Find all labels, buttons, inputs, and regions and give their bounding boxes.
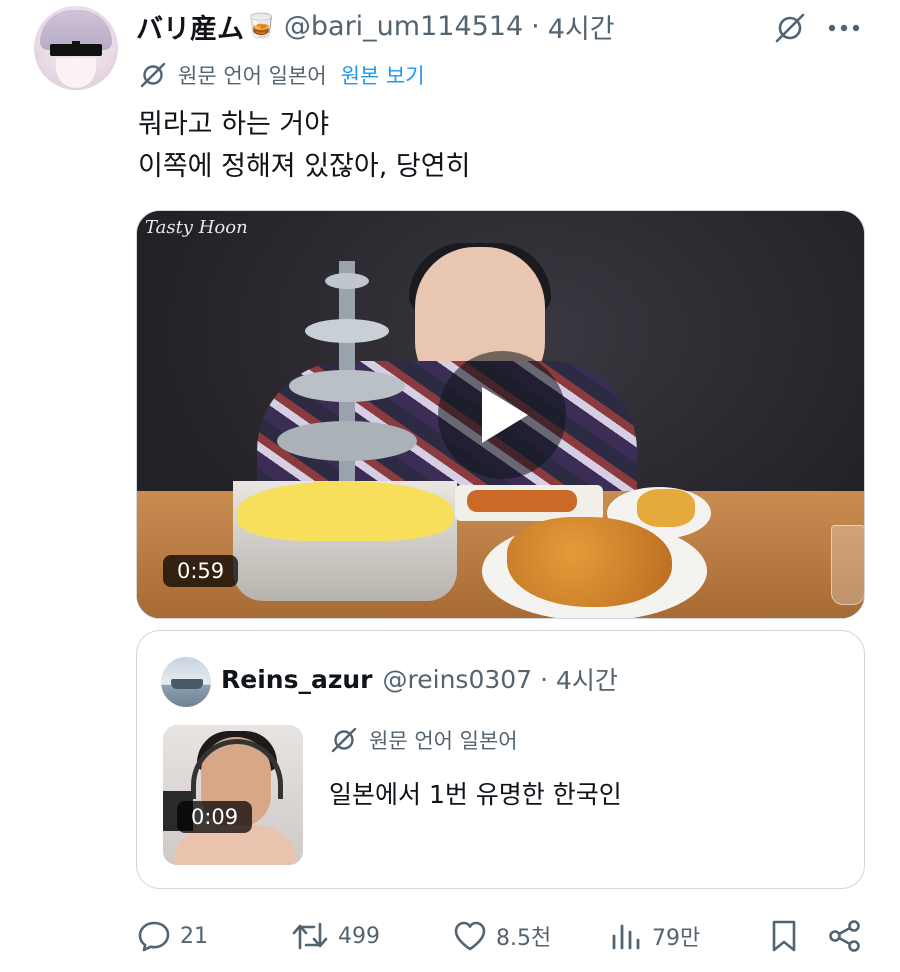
cheese-balls: [637, 489, 695, 527]
quote-video-thumbnail[interactable]: [163, 725, 303, 865]
reply-button[interactable]: 21: [136, 910, 208, 962]
quote-time[interactable]: 4시간: [556, 661, 618, 697]
views-icon: [612, 924, 640, 950]
post-video[interactable]: Tasty Hoon 0:59: [136, 210, 865, 619]
author-handle[interactable]: @bari_um114514: [284, 11, 523, 42]
share-icon: [829, 920, 860, 952]
fried-chicken: [507, 517, 672, 607]
reply-count: 21: [180, 923, 208, 949]
like-count: 8.5천: [496, 926, 552, 951]
header-separator: ·: [531, 10, 540, 42]
wine-glass: [831, 525, 864, 605]
quote-separator: ·: [540, 664, 549, 694]
like-button[interactable]: 8.5천: [452, 910, 551, 962]
quote-video-duration: 0:09: [177, 801, 253, 833]
quoted-post[interactable]: Reins_azur @reins0307 · 4시간 0:09 원문 언어 일…: [136, 630, 865, 889]
repost-count: 499: [338, 923, 380, 949]
share-button[interactable]: [826, 910, 864, 962]
translate-icon: [331, 727, 357, 753]
reply-icon: [138, 921, 170, 952]
grok-icon: [775, 13, 805, 43]
avatar-ship: [171, 679, 203, 689]
video-duration: 0:59: [163, 555, 239, 587]
bookmark-icon: [772, 920, 796, 952]
quote-author-avatar[interactable]: [161, 657, 211, 707]
post-time[interactable]: 4시간: [548, 7, 615, 46]
translate-icon: [140, 62, 166, 88]
grok-button[interactable]: [770, 8, 810, 48]
quote-author-handle[interactable]: @reins0307: [383, 665, 533, 694]
post-header: バリ産ム 🥃 @bari_um114514 · 4시간: [136, 6, 615, 46]
more-icon: [828, 24, 860, 32]
translation-info: 원문 언어 일본어 원본 보기: [138, 60, 425, 90]
quote-text: 일본에서 1번 유명한 한국인: [329, 780, 622, 809]
show-original-link[interactable]: 원본 보기: [341, 60, 425, 90]
author-name-emoji: 🥃: [246, 12, 276, 40]
action-bar: 21 499 8.5천 79만: [0, 910, 900, 962]
avatar-sunglasses: [50, 41, 102, 56]
bookmark-button[interactable]: [766, 910, 802, 962]
quote-author-name[interactable]: Reins_azur: [221, 665, 373, 694]
repost-button[interactable]: 499: [290, 910, 380, 962]
fried-sticks: [467, 490, 577, 512]
play-icon: [482, 387, 528, 443]
post-text-line: 뭐라고 하는 거야: [138, 109, 330, 140]
post-text: 뭐라고 하는 거야 이쪽에 정해져 있잖아, 당연히: [138, 104, 470, 188]
author-display-name[interactable]: バリ産ム: [136, 7, 244, 46]
play-button[interactable]: [438, 351, 566, 479]
repost-icon: [292, 922, 328, 950]
quote-header: Reins_azur @reins0307 · 4시간: [221, 661, 618, 697]
translation-label: 원문 언어 일본어: [178, 64, 327, 88]
cheese-fountain: [277, 261, 417, 491]
like-icon: [454, 921, 486, 951]
avatar-face: [56, 58, 96, 88]
quote-translation-info: 원문 언어 일본어: [329, 725, 518, 755]
post-text-line: 이쪽에 정해져 있잖아, 당연히: [138, 151, 471, 182]
more-button[interactable]: [824, 8, 864, 48]
author-avatar[interactable]: [34, 6, 118, 90]
views-button[interactable]: 79만: [608, 910, 700, 962]
views-count: 79만: [652, 926, 701, 951]
video-watermark: Tasty Hoon: [145, 217, 248, 238]
quote-translation-label: 원문 언어 일본어: [369, 729, 518, 753]
melted-cheese: [237, 481, 453, 541]
